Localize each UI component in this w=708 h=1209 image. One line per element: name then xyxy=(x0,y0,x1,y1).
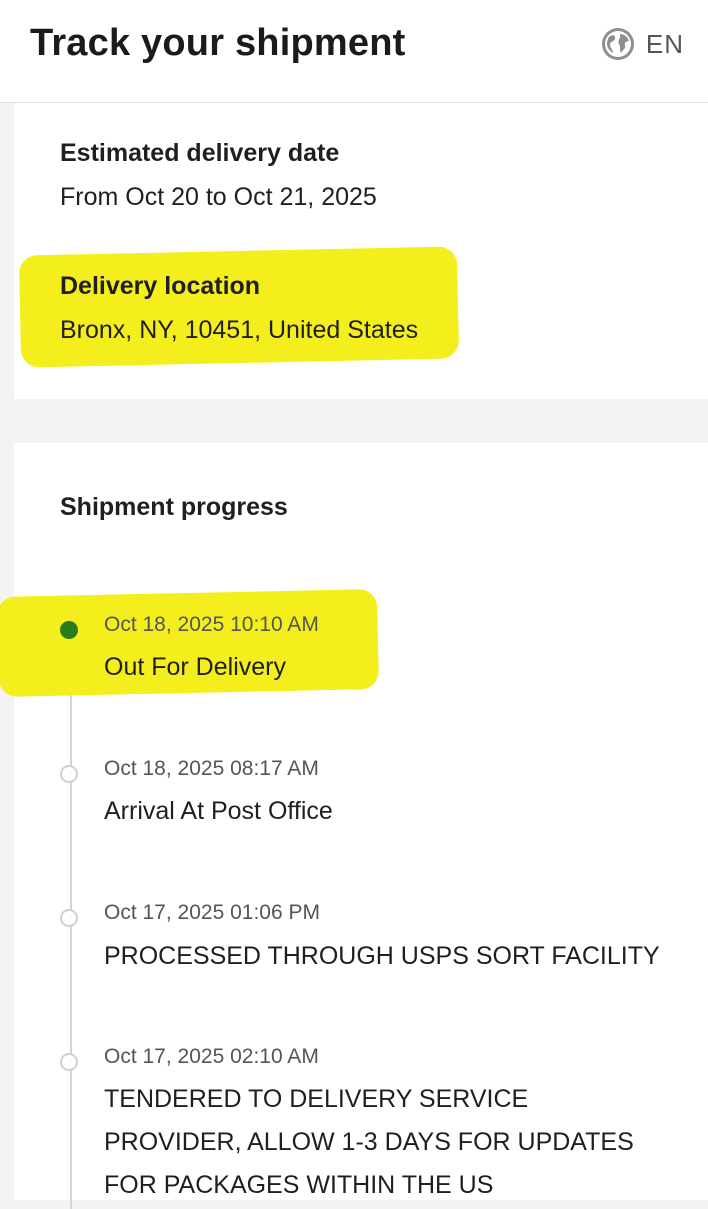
timeline-dot xyxy=(60,765,78,783)
event-status: Out For Delivery xyxy=(104,653,286,681)
globe-icon xyxy=(601,28,634,60)
timeline-dot xyxy=(60,909,78,927)
event-status-line: TENDERED TO DELIVERY SERVICE xyxy=(104,1085,529,1113)
shipment-progress-title: Shipment progress xyxy=(60,493,288,521)
event-status: Arrival At Post Office xyxy=(104,797,333,825)
location-highlight xyxy=(18,246,460,368)
event-status-line: FOR PACKAGES WITHIN THE US xyxy=(104,1171,494,1199)
delivery-location-label: Delivery location xyxy=(60,272,261,300)
event-status-line: PROVIDER, ALLOW 1-3 DAYS FOR UPDATES xyxy=(104,1128,634,1156)
event-status: PROCESSED THROUGH USPS SORT FACILITY xyxy=(104,942,660,970)
page-title: Track your shipment xyxy=(30,22,406,64)
event-time: Oct 17, 2025 01:06 PM xyxy=(104,901,320,924)
delivery-location-value: Bronx, NY, 10451, United States xyxy=(60,316,419,344)
event-time: Oct 18, 2025 10:10 AM xyxy=(104,613,319,636)
timeline-dot xyxy=(60,1053,78,1071)
timeline-dot-active xyxy=(60,621,78,639)
event-time: Oct 18, 2025 08:17 AM xyxy=(104,757,319,780)
language-selector[interactable]: EN xyxy=(600,26,684,62)
shipment-progress-card: Shipment progress Oct 18, 2025 10:10 AM … xyxy=(0,443,708,1209)
delivery-info-card: Estimated delivery date From Oct 20 to O… xyxy=(14,103,708,399)
estimated-delivery-value: From Oct 20 to Oct 21, 2025 xyxy=(60,183,377,211)
estimated-delivery-label: Estimated delivery date xyxy=(60,139,340,167)
header-bar: Track your shipment EN xyxy=(0,0,708,103)
event-time: Oct 17, 2025 02:10 AM xyxy=(104,1045,319,1068)
language-label: EN xyxy=(645,28,684,59)
